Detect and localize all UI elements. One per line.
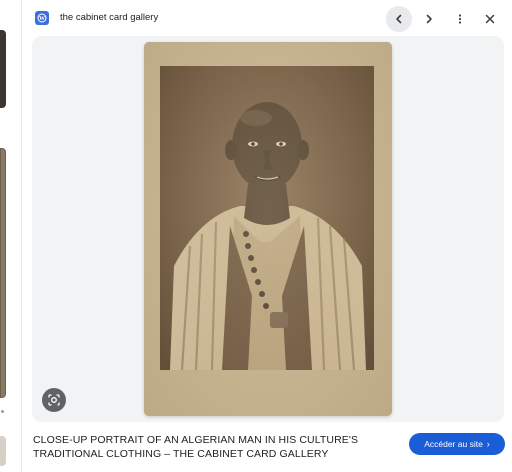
- image-viewer[interactable]: [32, 36, 504, 422]
- wordpress-icon: W: [35, 11, 49, 25]
- google-lens-button[interactable]: [42, 388, 66, 412]
- preview-header: W the cabinet card gallery: [22, 0, 512, 36]
- chevron-right-icon: ›: [486, 438, 490, 449]
- result-thumbnail[interactable]: [0, 30, 6, 108]
- portrait-photograph: [160, 66, 374, 370]
- image-preview-panel: W the cabinet card gallery CLOSE-UP PORT…: [22, 0, 512, 472]
- divider-dot: [1, 410, 4, 413]
- visit-site-button[interactable]: Accéder au site ›: [409, 433, 505, 455]
- cabinet-card-photo[interactable]: [144, 42, 392, 416]
- results-grid-edge: [0, 0, 22, 472]
- chevron-left-icon: [396, 14, 402, 24]
- next-image-button[interactable]: [416, 6, 442, 32]
- more-vert-icon: [458, 14, 462, 24]
- previous-image-button[interactable]: [386, 6, 412, 32]
- more-options-button[interactable]: [447, 6, 473, 32]
- result-thumbnail-selected[interactable]: [0, 148, 6, 398]
- image-caption-title[interactable]: CLOSE-UP PORTRAIT OF AN ALGERIAN MAN IN …: [33, 433, 393, 461]
- result-thumbnail[interactable]: [0, 436, 6, 466]
- svg-text:W: W: [39, 16, 45, 22]
- close-icon: [485, 14, 495, 24]
- google-lens-icon: [48, 394, 60, 406]
- chevron-right-icon: [426, 14, 432, 24]
- source-site-name[interactable]: the cabinet card gallery: [60, 12, 158, 24]
- close-preview-button[interactable]: [477, 6, 503, 32]
- visit-site-label: Accéder au site: [424, 439, 483, 449]
